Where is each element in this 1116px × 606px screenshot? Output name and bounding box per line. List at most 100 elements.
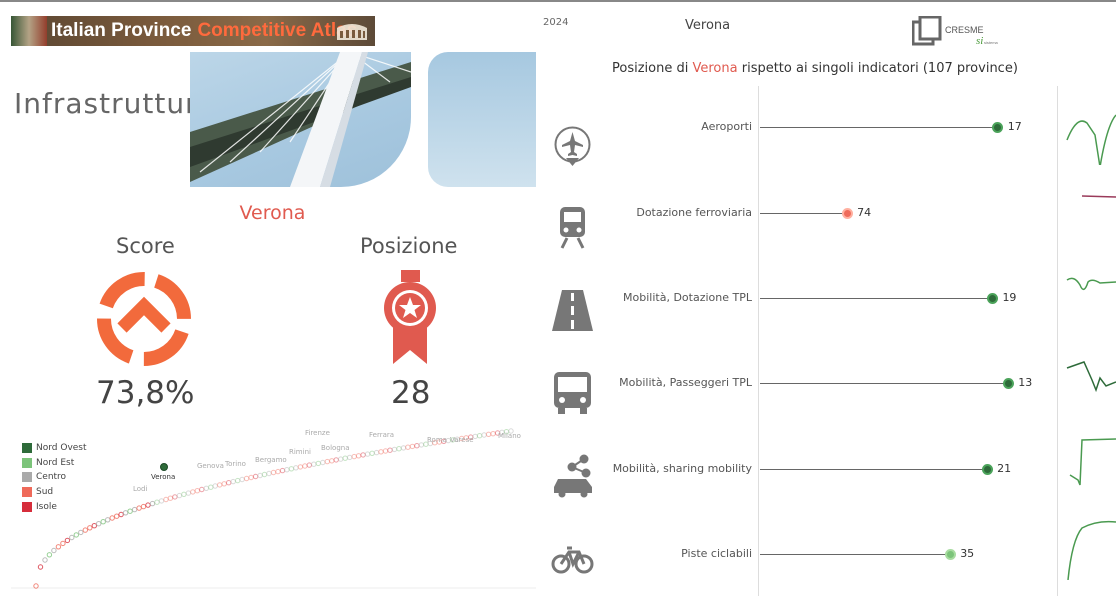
province-point[interactable] — [42, 557, 48, 563]
province-point[interactable] — [387, 447, 393, 453]
indicator-rank-dot[interactable] — [841, 208, 853, 219]
province-point[interactable] — [333, 457, 339, 463]
province-point[interactable] — [378, 449, 384, 455]
province-point[interactable] — [82, 527, 89, 533]
province-point[interactable] — [91, 523, 98, 529]
province-point[interactable] — [315, 460, 321, 467]
province-point[interactable] — [279, 467, 286, 474]
province-point[interactable] — [490, 431, 496, 437]
province-point[interactable] — [418, 442, 425, 448]
province-point[interactable] — [51, 547, 57, 554]
province-point[interactable] — [288, 466, 295, 472]
province-point[interactable] — [199, 486, 205, 493]
province-point[interactable] — [235, 477, 241, 484]
province-point[interactable] — [239, 476, 245, 483]
province-point[interactable] — [118, 511, 124, 518]
province-point[interactable] — [100, 519, 106, 525]
province-point[interactable] — [391, 446, 398, 453]
province-point[interactable] — [275, 468, 281, 475]
province-point[interactable] — [136, 505, 142, 511]
province-point[interactable] — [37, 564, 44, 570]
province-point[interactable] — [351, 453, 357, 460]
province-point[interactable] — [396, 446, 402, 452]
province-point[interactable] — [208, 484, 214, 490]
province-point[interactable] — [78, 529, 84, 536]
province-point[interactable] — [140, 503, 147, 510]
province-point[interactable] — [87, 525, 93, 531]
province-point[interactable] — [360, 452, 366, 458]
province-point[interactable] — [252, 473, 259, 480]
province-point[interactable] — [185, 490, 192, 496]
province-point[interactable] — [217, 482, 223, 488]
province-point[interactable] — [320, 459, 326, 466]
province-point[interactable] — [158, 498, 165, 504]
province-point[interactable] — [154, 499, 160, 505]
province-point[interactable] — [109, 515, 115, 521]
province-point[interactable] — [270, 469, 277, 476]
province-point[interactable] — [472, 433, 478, 440]
province-point[interactable] — [382, 448, 389, 454]
province-point[interactable] — [364, 451, 371, 457]
province-point[interactable] — [409, 443, 416, 450]
province-point[interactable] — [221, 481, 227, 487]
province-point[interactable] — [230, 478, 236, 485]
province-point[interactable] — [347, 454, 353, 461]
province-point[interactable] — [176, 492, 183, 499]
province-point[interactable] — [172, 494, 178, 500]
province-point[interactable] — [324, 458, 330, 465]
province-point[interactable] — [55, 544, 62, 550]
province-point[interactable] — [373, 449, 380, 456]
province-point[interactable] — [355, 453, 362, 459]
province-point[interactable] — [145, 502, 151, 508]
province-point[interactable] — [297, 464, 304, 470]
province-point[interactable] — [302, 463, 308, 469]
province-point[interactable] — [338, 456, 344, 462]
province-point[interactable] — [243, 475, 250, 482]
province-point[interactable] — [194, 488, 201, 494]
province-point[interactable] — [64, 537, 71, 544]
province-point[interactable] — [293, 465, 299, 471]
province-point[interactable] — [127, 508, 133, 514]
sparkline-aeroporti — [1066, 114, 1116, 165]
province-point[interactable] — [114, 513, 120, 519]
province-point[interactable] — [311, 461, 317, 467]
province-point[interactable] — [163, 496, 169, 503]
indicator-rank-dot[interactable] — [1002, 378, 1014, 389]
province-point[interactable] — [167, 495, 174, 501]
province-point[interactable] — [257, 472, 263, 479]
province-point[interactable] — [105, 517, 111, 523]
province-point[interactable] — [131, 506, 138, 513]
province-point[interactable] — [181, 491, 187, 498]
province-point[interactable] — [190, 489, 196, 495]
province-point[interactable] — [46, 552, 53, 558]
province-point[interactable] — [329, 458, 335, 464]
province-point[interactable] — [306, 462, 312, 468]
province-point[interactable] — [369, 450, 375, 456]
province-point[interactable] — [400, 445, 407, 451]
province-point[interactable] — [405, 444, 411, 450]
province-point[interactable] — [122, 510, 129, 516]
province-point[interactable] — [476, 433, 483, 439]
province-point[interactable] — [212, 483, 218, 489]
indicator-rank-dot[interactable] — [981, 464, 993, 475]
province-point[interactable] — [266, 470, 272, 477]
province-point[interactable] — [69, 534, 75, 541]
province-point[interactable] — [485, 431, 492, 437]
indicators-title: Posizione di Verona rispetto ai singoli … — [612, 61, 1018, 76]
province-point[interactable] — [149, 500, 156, 507]
indicator-rank-dot[interactable] — [992, 122, 1004, 133]
province-point[interactable] — [60, 540, 66, 547]
province-point[interactable] — [226, 479, 232, 486]
province-point[interactable] — [261, 471, 268, 478]
province-point[interactable] — [342, 455, 348, 461]
indicator-rank-dot[interactable] — [944, 549, 956, 560]
province-point[interactable] — [414, 443, 420, 449]
province-point[interactable] — [203, 485, 210, 492]
province-point[interactable] — [284, 467, 290, 473]
verona-point[interactable] — [160, 463, 168, 471]
province-point[interactable] — [96, 521, 102, 527]
province-point[interactable] — [73, 532, 80, 538]
province-point[interactable] — [248, 474, 254, 481]
province-point[interactable] — [481, 432, 487, 438]
indicator-rank-dot[interactable] — [986, 293, 998, 304]
